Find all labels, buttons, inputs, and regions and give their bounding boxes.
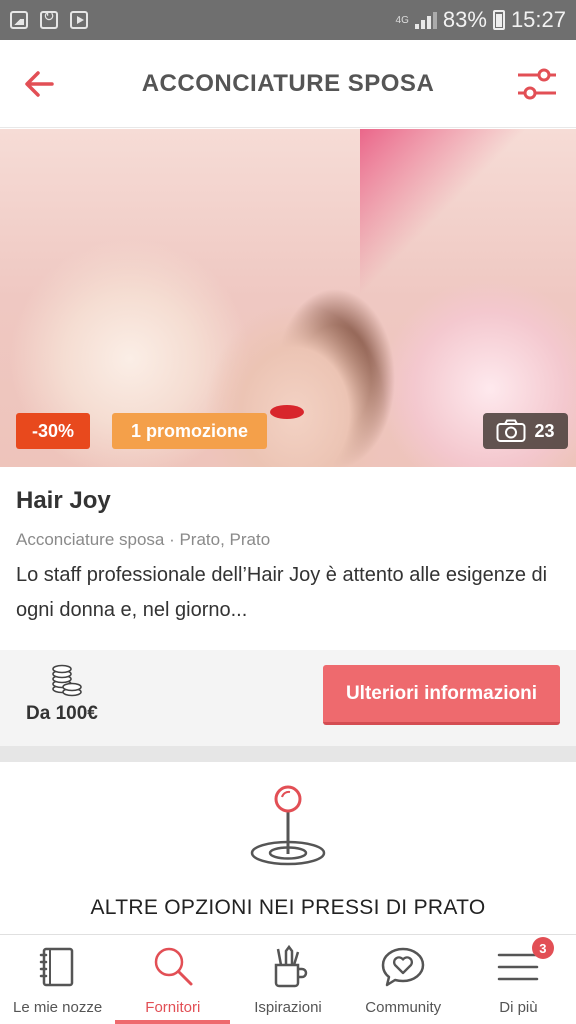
notebook-icon bbox=[39, 947, 73, 987]
battery-percent: 83% bbox=[442, 7, 487, 32]
photo-count: 23 bbox=[534, 420, 555, 441]
top-app-bar: ACCONCIATURE SPOSA bbox=[0, 40, 576, 128]
nav-item-community[interactable]: Community bbox=[346, 935, 461, 1024]
vendor-name[interactable]: Hair Joy bbox=[16, 487, 111, 515]
camera-icon bbox=[496, 419, 526, 442]
nav-item-inspirations[interactable]: Ispirazioni bbox=[230, 935, 345, 1024]
hero-photo-detail bbox=[270, 405, 304, 419]
nav-label: Fornitori bbox=[145, 999, 201, 1016]
image-notification-icon bbox=[10, 11, 28, 29]
coins-icon bbox=[52, 664, 82, 697]
status-indicators: 4G 83% 15:27 bbox=[396, 7, 566, 33]
tools-cup-icon bbox=[274, 944, 308, 988]
map-pin-icon bbox=[250, 785, 326, 866]
filter-button[interactable] bbox=[516, 66, 558, 102]
notification-badge: 3 bbox=[531, 937, 554, 959]
status-notifications bbox=[10, 9, 88, 29]
nav-label: Community bbox=[365, 999, 442, 1016]
media-notification-icon bbox=[70, 11, 88, 29]
signal-icon bbox=[414, 11, 437, 29]
arrow-left-icon bbox=[25, 71, 54, 97]
status-bar: 4G 83% 15:27 bbox=[0, 0, 576, 40]
vendor-description: Lo staff professionale dell’Hair Joy è a… bbox=[16, 564, 548, 621]
nav-item-vendors[interactable]: Fornitori bbox=[115, 935, 231, 1024]
page-title: ACCONCIATURE SPOSA bbox=[141, 69, 435, 97]
app-screen: 4G 83% 15:27 ACCONCIATURE SPOSA bbox=[0, 0, 576, 1024]
discount-badge: -30% bbox=[16, 413, 90, 449]
sync-notification-icon bbox=[40, 9, 58, 29]
search-icon bbox=[154, 947, 193, 986]
nav-label: Le mie nozze bbox=[12, 999, 103, 1016]
nav-label: Ispirazioni bbox=[254, 999, 322, 1016]
chat-heart-icon bbox=[381, 947, 425, 987]
sliders-icon bbox=[518, 68, 556, 100]
nearby-options-title[interactable]: ALTRE OPZIONI NEI PRESSI DI PRATO bbox=[0, 896, 576, 920]
more-info-button[interactable]: Ulteriori informazioni bbox=[323, 665, 560, 725]
nav-label: Di più bbox=[499, 999, 538, 1016]
battery-icon bbox=[492, 10, 505, 30]
photo-count-button[interactable]: 23 bbox=[483, 413, 568, 449]
nav-item-my-wedding[interactable]: Le mie nozze bbox=[0, 935, 115, 1024]
vendor-category-location: Acconciature sposa · Prato, Prato bbox=[16, 530, 271, 549]
nav-item-more[interactable]: 3 Di più bbox=[461, 935, 576, 1024]
starting-price: Da 100€ bbox=[26, 703, 98, 724]
section-divider bbox=[0, 746, 576, 762]
promotion-badge[interactable]: 1 promozione bbox=[112, 413, 267, 449]
network-type-label: 4G bbox=[395, 14, 409, 26]
bottom-navigation: Le mie nozze Fornitori Ispirazioni Commu… bbox=[0, 934, 576, 1024]
back-button[interactable] bbox=[22, 66, 58, 102]
clock: 15:27 bbox=[510, 7, 566, 32]
